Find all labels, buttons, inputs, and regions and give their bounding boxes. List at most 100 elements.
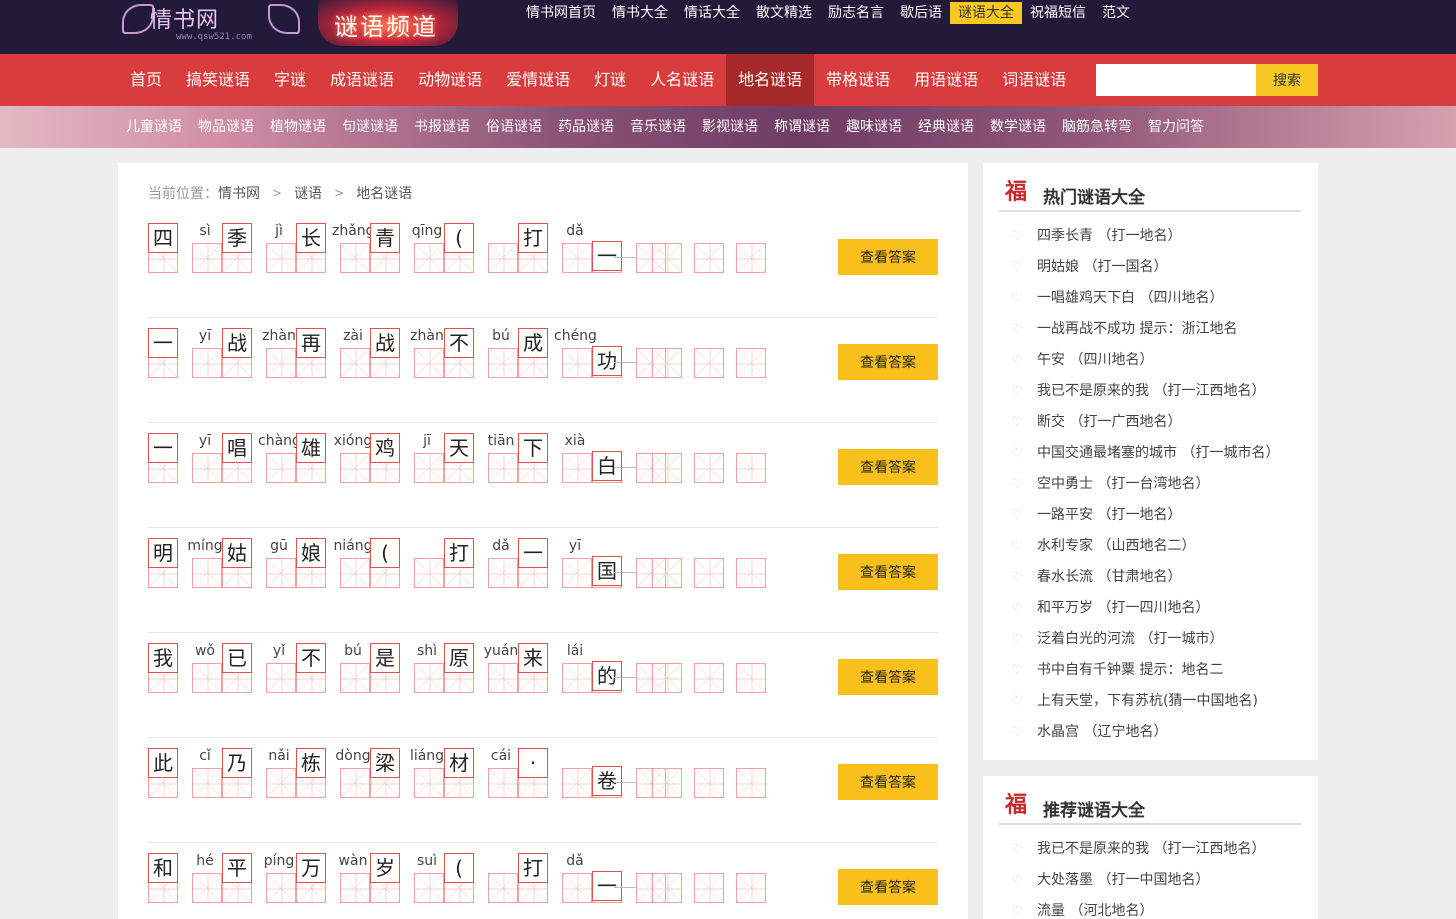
channel-title: 谜语频道 [334, 13, 438, 41]
sidebar-riddle-item[interactable]: ♡ 书中自有千钟粟 提示：地名二 [1011, 655, 1279, 686]
sub-nav-link[interactable]: 经典谜语 [910, 106, 982, 148]
sidebar-riddle-text: 泛着白光的河流 （打一城市） [1037, 631, 1224, 647]
answer-dash [614, 467, 636, 468]
sidebar-riddle-item[interactable]: ♡ 我已不是原来的我 （打一江西地名） [1011, 376, 1279, 407]
sidebar-riddle-item[interactable]: ♡ 水晶宫 （辽宁地名） [1011, 717, 1279, 748]
top-nav-link[interactable]: 谜语大全 [950, 2, 1022, 24]
top-nav-link[interactable]: 情书大全 [604, 2, 676, 24]
sidebar-riddle-item[interactable]: ♡ 和平万岁 （打一四川地名） [1011, 593, 1279, 624]
heart-icon: ♡ [1011, 477, 1023, 492]
top-nav-link[interactable]: 情书网首页 [518, 2, 604, 24]
main-nav-link[interactable]: 爱情谜语 [494, 54, 582, 106]
sidebar-riddle-item[interactable]: ♡ 水利专家 （山西地名二） [1011, 531, 1279, 562]
sidebar-riddle-text: 和平万岁 （打一四川地名） [1037, 600, 1210, 616]
sidebar-riddle-text: 明姑娘 （打一国名） [1037, 259, 1168, 275]
heart-icon: ♡ [1011, 229, 1023, 244]
main-nav-link[interactable]: 搞笑谜语 [174, 54, 262, 106]
view-answer-button[interactable]: 查看答案 [838, 449, 938, 485]
search-input[interactable] [1096, 64, 1256, 96]
breadcrumb-home[interactable]: 情书网 [218, 183, 260, 203]
top-nav-link[interactable]: 祝福短信 [1022, 2, 1094, 24]
main-nav-link[interactable]: 词语谜语 [990, 54, 1078, 106]
sidebar-riddle-item[interactable]: ♡ 一唱雄鸡天下白 （四川地名） [1011, 283, 1279, 314]
sub-nav-link[interactable]: 趣味谜语 [838, 106, 910, 148]
sidebar-riddle-item[interactable]: ♡ 午安 （四川地名） [1011, 345, 1279, 376]
sub-nav-link[interactable]: 俗语谜语 [478, 106, 550, 148]
top-nav-link[interactable]: 范文 [1094, 2, 1138, 24]
riddle-pinyin: zài [343, 328, 363, 344]
logo-wing-right-icon [268, 4, 300, 34]
sidebar-riddle-text: 我已不是原来的我 （打一江西地名） [1037, 841, 1266, 857]
sidebar-riddle-item[interactable]: ♡ 上有天堂，下有苏杭(猜一中国地名) [1011, 686, 1279, 717]
sidebar-riddle-item[interactable]: ♡ 大处落墨 （打一中国地名） [1011, 865, 1265, 896]
main-nav-link[interactable]: 地名谜语 [726, 54, 815, 106]
tian-grid-cell [414, 558, 444, 588]
sub-nav-link[interactable]: 药品谜语 [550, 106, 622, 148]
main-nav-link[interactable]: 动物谜语 [406, 54, 494, 106]
main-nav-link[interactable]: 用语谜语 [902, 54, 990, 106]
main-nav-link[interactable]: 成语谜语 [318, 54, 406, 106]
sidebar-riddle-item[interactable]: ♡ 一路平安 （打一地名） [1011, 500, 1279, 531]
tian-grid-cell [562, 243, 592, 273]
riddle-char: 我 [148, 643, 178, 673]
view-answer-button[interactable]: 查看答案 [838, 764, 938, 800]
view-answer-button[interactable]: 查看答案 [838, 869, 938, 905]
sub-nav-link[interactable]: 物品谜语 [190, 106, 262, 148]
sub-nav-link[interactable]: 脑筋急转弯 [1054, 106, 1140, 148]
riddle-pinyin: lái [566, 643, 584, 659]
sub-nav-link[interactable]: 影视谜语 [694, 106, 766, 148]
sidebar-riddle-item[interactable]: ♡ 明姑娘 （打一国名） [1011, 252, 1279, 283]
search-button[interactable]: 搜索 [1256, 64, 1318, 96]
sub-nav-link[interactable]: 音乐谜语 [622, 106, 694, 148]
breadcrumb-prefix: 当前位置： [148, 186, 218, 202]
sub-nav-link[interactable]: 称谓谜语 [766, 106, 838, 148]
riddle-char: 功 [592, 346, 622, 376]
top-nav-link[interactable]: 情话大全 [676, 2, 748, 24]
view-answer-button[interactable]: 查看答案 [838, 239, 938, 275]
heart-icon: ♡ [1011, 632, 1023, 647]
site-logo[interactable]: 情书网 www.qsw521.com [122, 0, 304, 46]
view-answer-button[interactable]: 查看答案 [838, 344, 938, 380]
view-answer-button[interactable]: 查看答案 [838, 554, 938, 590]
sub-nav-link[interactable]: 数学谜语 [982, 106, 1054, 148]
riddle-char: 梁 [370, 748, 400, 778]
view-answer-button[interactable]: 查看答案 [838, 659, 938, 695]
sidebar-riddle-item[interactable]: ♡ 春水长流 （甘肃地名） [1011, 562, 1279, 593]
sidebar-riddle-item[interactable]: ♡ 断交 （打一广西地名） [1011, 407, 1279, 438]
sidebar-riddle-item[interactable]: ♡ 一战再战不成功 提示：浙江地名 [1011, 314, 1279, 345]
answer-dash [614, 362, 636, 363]
main-nav-link[interactable]: 首页 [118, 54, 174, 106]
sidebar-riddle-item[interactable]: ♡ 泛着白光的河流 （打一城市） [1011, 624, 1279, 655]
main-nav-link[interactable]: 带格谜语 [814, 54, 902, 106]
main-nav: 首页 搞笑谜语 字谜 成语谜语 动物谜语 爱情谜语 灯谜 人名谜语 地名谜语 带格谜语 用语谜语 词语… [0, 54, 1456, 106]
sub-nav-link[interactable]: 智力问答 [1140, 106, 1212, 148]
riddle-pinyin: hé [196, 853, 214, 869]
sub-nav-link[interactable]: 句谜谜语 [334, 106, 406, 148]
sub-nav-link[interactable]: 书报谜语 [406, 106, 478, 148]
riddle-pinyin: niáng [333, 538, 373, 554]
main-nav-link[interactable]: 人名谜语 [638, 54, 726, 106]
sidebar-riddle-item[interactable]: ♡ 四季长青 （打一地名） [1011, 221, 1279, 252]
breadcrumb-place-riddles[interactable]: 地名谜语 [356, 183, 412, 203]
riddle-char: 战 [370, 328, 400, 358]
riddle-pinyin: xióng [333, 433, 373, 449]
riddle-pinyin: nǎi [268, 748, 290, 764]
answer-blank-cell [736, 453, 766, 483]
top-nav-link[interactable]: 歇后语 [892, 2, 950, 24]
sidebar-riddle-item[interactable]: ♡ 空中勇士 （打一台湾地名） [1011, 469, 1279, 500]
top-nav-link[interactable]: 励志名言 [820, 2, 892, 24]
riddle-row: 我 wǒ 已 yǐ 不 bú 是 shì 原 yuán 来 lái 的 查看答案 [148, 633, 938, 738]
main-nav-link[interactable]: 字谜 [262, 54, 318, 106]
breadcrumb-riddles[interactable]: 谜语 [294, 183, 322, 203]
main-nav-link[interactable]: 灯谜 [582, 54, 638, 106]
riddle-char: 一 [518, 538, 548, 568]
sidebar-riddle-item[interactable]: ♡ 中国交通最堵塞的城市 （打一城市名） [1011, 438, 1279, 469]
sub-nav-link[interactable]: 植物谜语 [262, 106, 334, 148]
top-nav-link[interactable]: 散文精选 [748, 2, 820, 24]
sidebar-riddle-item[interactable]: ♡ 我已不是原来的我 （打一江西地名） [1011, 834, 1265, 865]
riddle-char: 姑 [222, 538, 252, 568]
sidebar-riddle-item[interactable]: ♡ 流量 （河北地名） [1011, 896, 1265, 919]
sidebar-riddle-text: 水利专家 （山西地名二） [1037, 538, 1196, 554]
riddle-pinyin: jī [423, 433, 431, 449]
sub-nav-link[interactable]: 儿童谜语 [118, 106, 190, 148]
